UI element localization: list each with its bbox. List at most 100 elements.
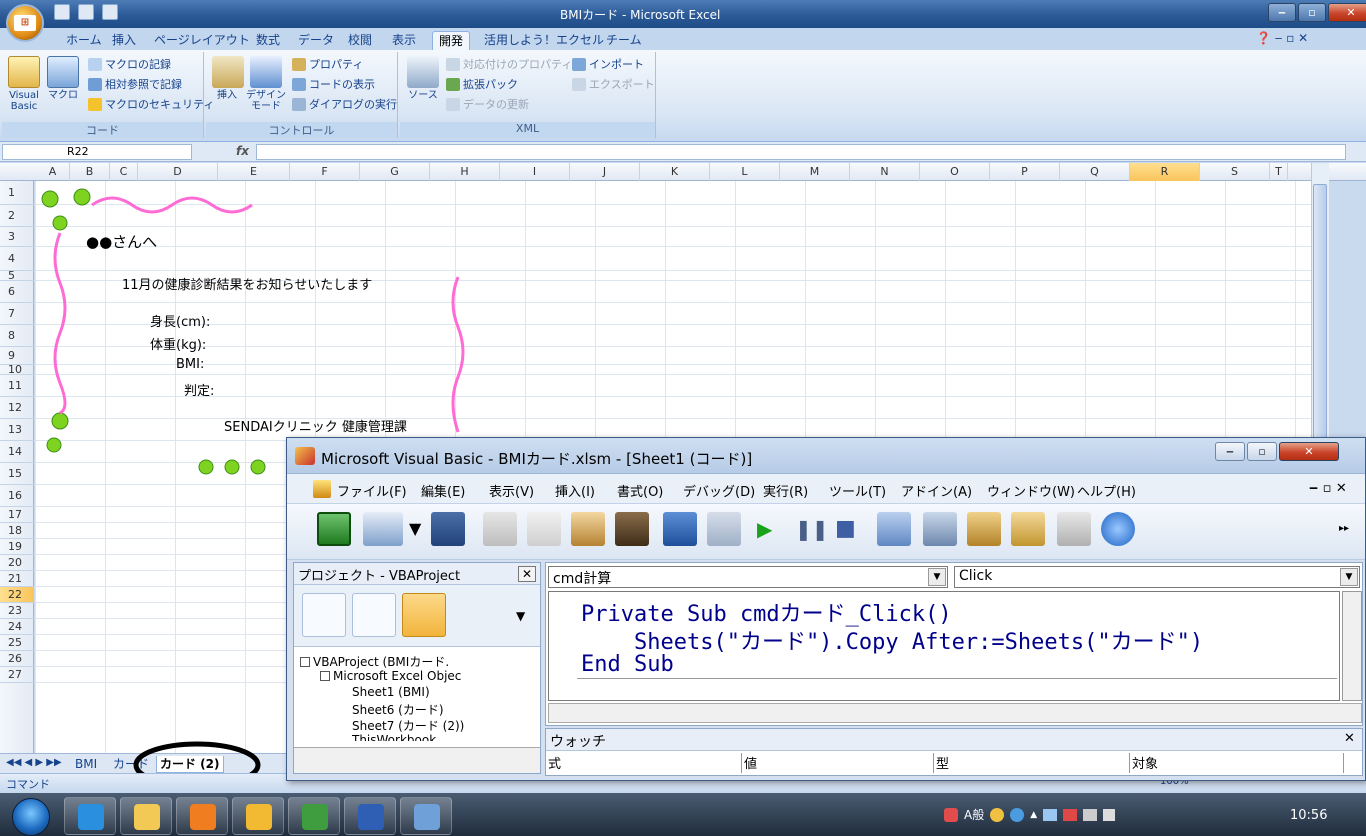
insert-control-button[interactable]: 挿入 bbox=[212, 56, 244, 101]
design-mode-button[interactable]: デザイン モード bbox=[246, 56, 286, 112]
stop-icon[interactable]: ■ bbox=[835, 512, 859, 546]
export-button[interactable]: エクスポート bbox=[572, 76, 655, 92]
row-header[interactable]: 21 bbox=[0, 571, 34, 587]
row-header[interactable]: 2 bbox=[0, 205, 34, 227]
tab-katsuyou[interactable]: 活用しよう！エクセル bbox=[478, 31, 610, 50]
run-icon[interactable]: ▶ bbox=[757, 512, 781, 546]
start-button[interactable] bbox=[12, 798, 50, 836]
row-header[interactable]: 16 bbox=[0, 485, 34, 507]
toolbar-options-icon[interactable]: ▸▸ bbox=[1339, 512, 1357, 546]
copy-icon[interactable] bbox=[527, 512, 561, 546]
close-button[interactable]: ✕ bbox=[1328, 3, 1366, 22]
properties-button[interactable]: プロパティ bbox=[292, 56, 363, 72]
menu-edit[interactable]: 編集(E) bbox=[421, 481, 465, 500]
row-header[interactable]: 6 bbox=[0, 281, 34, 303]
menu-window[interactable]: ウィンドウ(W) bbox=[987, 481, 1075, 500]
taskbar-media[interactable] bbox=[176, 797, 228, 835]
watch-col-type[interactable]: 型 bbox=[934, 753, 1130, 773]
menu-format[interactable]: 書式(O) bbox=[617, 481, 663, 500]
chevron-down-icon[interactable]: ▼ bbox=[1340, 568, 1358, 586]
column-header[interactable]: R bbox=[1130, 163, 1200, 181]
action-center-icon[interactable] bbox=[1063, 808, 1078, 821]
dropdown-arrow-icon[interactable]: ▼ bbox=[409, 512, 429, 546]
taskbar-word[interactable] bbox=[344, 797, 396, 835]
menu-debug[interactable]: デバッグ(D) bbox=[683, 481, 755, 500]
paste-icon[interactable] bbox=[571, 512, 605, 546]
sheet-nav-arrows-icon[interactable]: ◀◀ ◀ ▶ ▶▶ bbox=[6, 757, 62, 768]
project-close-button[interactable]: ✕ bbox=[518, 566, 536, 582]
tab-page-layout[interactable]: ページレイアウト bbox=[148, 31, 256, 50]
column-header[interactable]: T bbox=[1270, 163, 1288, 181]
row-header[interactable]: 12 bbox=[0, 397, 34, 419]
code-vscrollbar[interactable] bbox=[1342, 591, 1362, 701]
watch-col-context[interactable]: 対象 bbox=[1130, 753, 1344, 773]
vbe-minimize-button[interactable]: ‒ bbox=[1215, 442, 1245, 461]
height-label-cell[interactable]: 身長(cm): bbox=[150, 311, 210, 330]
taskbar-excel[interactable] bbox=[288, 797, 340, 835]
collapse-icon[interactable] bbox=[320, 671, 330, 681]
macro-button[interactable]: マクロ bbox=[46, 56, 80, 101]
undo-icon[interactable] bbox=[78, 4, 94, 20]
taskbar-ie[interactable] bbox=[64, 797, 116, 835]
pause-icon[interactable]: ❚❚ bbox=[795, 512, 829, 546]
redo-icon[interactable] bbox=[707, 512, 741, 546]
column-header[interactable]: S bbox=[1200, 163, 1270, 181]
project-hscrollbar[interactable] bbox=[294, 747, 540, 773]
row-header[interactable]: 11 bbox=[0, 375, 34, 397]
row-header[interactable]: 24 bbox=[0, 619, 34, 635]
row-header[interactable]: 17 bbox=[0, 507, 34, 523]
column-header[interactable]: Q bbox=[1060, 163, 1130, 181]
code-hscrollbar[interactable] bbox=[548, 703, 1362, 723]
object-browser-icon[interactable] bbox=[1011, 512, 1045, 546]
network-icon[interactable] bbox=[1043, 808, 1058, 821]
row-header[interactable]: 10 bbox=[0, 364, 34, 375]
properties-window-icon[interactable] bbox=[967, 512, 1001, 546]
procedure-combo[interactable]: Click ▼ bbox=[954, 566, 1360, 588]
column-header[interactable]: P bbox=[990, 163, 1060, 181]
view-excel-icon[interactable] bbox=[317, 512, 351, 546]
row-header[interactable]: 4 bbox=[0, 247, 34, 271]
ime-mode[interactable]: A般 bbox=[964, 806, 984, 823]
menu-view[interactable]: 表示(V) bbox=[489, 481, 534, 500]
row-header[interactable]: 23 bbox=[0, 603, 34, 619]
redo-icon[interactable] bbox=[102, 4, 118, 20]
row-header[interactable]: 5 bbox=[0, 270, 34, 281]
vbe-close-button[interactable]: ✕ bbox=[1279, 442, 1339, 461]
find-icon[interactable] bbox=[615, 512, 649, 546]
save-icon[interactable] bbox=[431, 512, 465, 546]
weight-label-cell[interactable]: 体重(kg): bbox=[150, 334, 206, 353]
tab-team[interactable]: チーム bbox=[600, 31, 648, 50]
help-icon[interactable]: ❓ ‒ ▫ ✕ bbox=[1256, 31, 1308, 45]
row-header[interactable]: 22 bbox=[0, 587, 34, 603]
column-header[interactable]: J bbox=[570, 163, 640, 181]
toggle-folders-icon[interactable] bbox=[402, 593, 446, 637]
watch-col-value[interactable]: 値 bbox=[742, 753, 934, 773]
watch-close-button[interactable]: ✕ bbox=[1344, 731, 1355, 746]
menu-insert[interactable]: 挿入(I) bbox=[555, 481, 595, 500]
relative-ref-button[interactable]: 相対参照で記録 bbox=[88, 76, 182, 92]
column-header[interactable]: B bbox=[70, 163, 110, 181]
design-mode-icon[interactable] bbox=[877, 512, 911, 546]
tree-item-sheet6[interactable]: Sheet6 (カード) bbox=[352, 701, 444, 718]
record-macro-button[interactable]: マクロの記録 bbox=[88, 56, 171, 72]
ime-icon[interactable] bbox=[944, 807, 958, 822]
undo-icon[interactable] bbox=[663, 512, 697, 546]
vbe-mdi-controls[interactable]: ‒ ▫ ✕ bbox=[1309, 481, 1347, 496]
object-combo[interactable]: cmd計算 ▼ bbox=[548, 566, 948, 588]
chevron-down-icon[interactable]: ▼ bbox=[928, 568, 946, 586]
row-header[interactable]: 15 bbox=[0, 463, 34, 485]
row-header[interactable]: 27 bbox=[0, 667, 34, 683]
column-header[interactable]: D bbox=[138, 163, 218, 181]
menu-help[interactable]: ヘルプ(H) bbox=[1077, 481, 1136, 500]
tab-insert[interactable]: 挿入 bbox=[106, 31, 142, 50]
macro-security-button[interactable]: マクロのセキュリティ bbox=[88, 96, 214, 112]
column-header[interactable]: O bbox=[920, 163, 990, 181]
run-dialog-button[interactable]: ダイアログの実行 bbox=[292, 96, 397, 112]
taskbar-paint[interactable] bbox=[400, 797, 452, 835]
tab-formulas[interactable]: 数式 bbox=[250, 31, 286, 50]
column-header[interactable]: A bbox=[36, 163, 70, 181]
import-button[interactable]: インポート bbox=[572, 56, 644, 72]
judge-label-cell[interactable]: 判定: bbox=[184, 380, 214, 399]
bmi-label-cell[interactable]: BMI: bbox=[176, 357, 204, 372]
tab-review[interactable]: 校閲 bbox=[342, 31, 378, 50]
